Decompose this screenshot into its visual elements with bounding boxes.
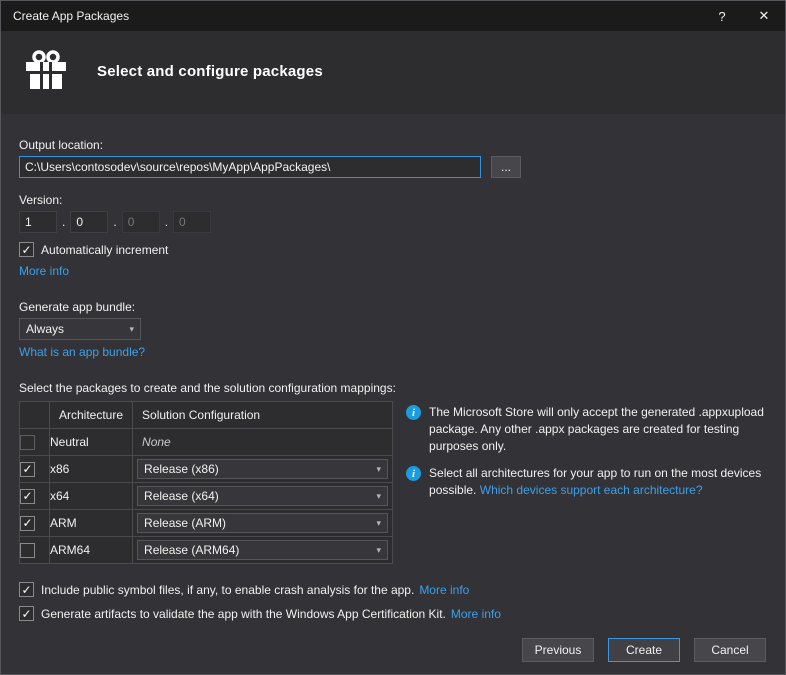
chevron-down-icon: ▾ [376, 544, 382, 555]
packages-table: Architecture Solution Configuration Neut… [19, 401, 394, 564]
footer-buttons: Previous Create Cancel [508, 638, 766, 662]
x64-checkbox[interactable]: ✓ [20, 488, 35, 504]
configuration-column-header: Solution Configuration [132, 401, 394, 429]
version-build-input[interactable] [121, 211, 160, 233]
architecture-cell: ARM [48, 509, 134, 537]
page-title: Select and configure packages [97, 62, 323, 80]
table-row: Neutral None [19, 428, 394, 456]
table-row: ARM64 Release (ARM64) ▾ [19, 536, 394, 564]
configuration-value: Release (ARM) [144, 516, 227, 530]
cancel-button[interactable]: Cancel [694, 638, 766, 662]
architecture-cell: x64 [48, 482, 134, 510]
wack-label: Generate artifacts to validate the app w… [41, 606, 446, 621]
version-separator: . [62, 215, 66, 229]
info-notes: i The Microsoft Store will only accept t… [406, 401, 767, 510]
table-row: ✓ x64 Release (x64) ▾ [19, 482, 394, 510]
wack-more-info-link[interactable]: More info [451, 607, 501, 621]
symbol-files-label: Include public symbol files, if any, to … [41, 582, 415, 597]
create-app-packages-dialog: Create App Packages ? ✕ Select and confi… [0, 0, 786, 675]
x86-configuration-dropdown[interactable]: Release (x86) ▾ [137, 459, 389, 479]
output-location-input[interactable] [19, 156, 481, 178]
output-location-row: ... [19, 156, 767, 178]
architecture-column-header: Architecture [48, 401, 134, 429]
chevron-down-icon: ▾ [376, 490, 382, 501]
bundle-dropdown[interactable]: Always ▾ [19, 318, 141, 340]
dialog-header: Select and configure packages [1, 31, 785, 114]
bundle-dropdown-value: Always [26, 322, 65, 336]
packages-area: Architecture Solution Configuration Neut… [19, 401, 767, 564]
help-button[interactable]: ? [701, 1, 743, 31]
configuration-cell: None [142, 435, 171, 449]
table-header-row: Architecture Solution Configuration [19, 401, 394, 429]
version-revision-input[interactable] [173, 211, 212, 233]
symbol-files-checkbox[interactable]: ✓ [19, 582, 34, 597]
wack-row: ✓ Generate artifacts to validate the app… [19, 606, 767, 621]
arm-configuration-dropdown[interactable]: Release (ARM) ▾ [137, 513, 389, 533]
architecture-cell: ARM64 [48, 536, 134, 564]
version-separator: . [164, 215, 169, 229]
table-row: ✓ x86 Release (x86) ▾ [19, 455, 394, 483]
store-note: i The Microsoft Store will only accept t… [406, 404, 767, 454]
configuration-value: Release (x86) [144, 462, 219, 476]
symbol-files-more-info-link[interactable]: More info [419, 583, 469, 597]
x64-configuration-dropdown[interactable]: Release (x64) ▾ [137, 486, 389, 506]
table-row: ✓ ARM Release (ARM) ▾ [19, 509, 394, 537]
output-location-label: Output location: [19, 138, 104, 152]
gift-package-icon [23, 47, 71, 95]
create-button[interactable]: Create [608, 638, 680, 662]
architecture-cell: x86 [48, 455, 134, 483]
arm64-checkbox[interactable] [20, 542, 35, 558]
neutral-checkbox[interactable] [20, 434, 35, 450]
architectures-note: i Select all architectures for your app … [406, 465, 767, 499]
close-button[interactable]: ✕ [743, 1, 785, 31]
packages-label: Select the packages to create and the so… [19, 381, 396, 395]
version-minor-input[interactable] [70, 211, 109, 233]
architecture-cell: Neutral [48, 428, 134, 456]
store-note-text: The Microsoft Store will only accept the… [429, 405, 764, 453]
dialog-body: Output location: ... Version: . . . ✓ Au… [1, 114, 785, 621]
version-major-input[interactable] [19, 211, 57, 233]
chevron-down-icon: ▾ [376, 517, 382, 528]
arm-checkbox[interactable]: ✓ [20, 515, 35, 531]
chevron-down-icon: ▾ [376, 463, 382, 474]
x86-checkbox[interactable]: ✓ [20, 461, 35, 477]
previous-button[interactable]: Previous [522, 638, 594, 662]
auto-increment-label: Automatically increment [41, 242, 169, 257]
auto-increment-checkbox[interactable]: ✓ [19, 242, 34, 257]
chevron-down-icon: ▾ [129, 323, 134, 334]
bundle-label: Generate app bundle: [19, 300, 136, 314]
which-devices-link[interactable]: Which devices support each architecture? [480, 483, 703, 497]
symbol-files-row: ✓ Include public symbol files, if any, t… [19, 582, 767, 597]
version-separator: . [113, 215, 117, 229]
arm64-configuration-dropdown[interactable]: Release (ARM64) ▾ [137, 540, 389, 560]
browse-button[interactable]: ... [491, 156, 521, 178]
version-row: . . . [19, 211, 767, 233]
title-bar: Create App Packages ? ✕ [1, 1, 785, 31]
configuration-value: Release (x64) [144, 489, 219, 503]
window-title: Create App Packages [13, 9, 130, 23]
auto-increment-row: ✓ Automatically increment [19, 242, 767, 257]
bundle-help-link[interactable]: What is an app bundle? [19, 345, 145, 359]
version-more-info-link[interactable]: More info [19, 264, 69, 278]
info-icon: i [406, 405, 422, 420]
configuration-value: Release (ARM64) [144, 543, 240, 557]
info-icon: i [406, 466, 422, 482]
version-label: Version: [19, 193, 63, 207]
wack-checkbox[interactable]: ✓ [19, 606, 34, 621]
